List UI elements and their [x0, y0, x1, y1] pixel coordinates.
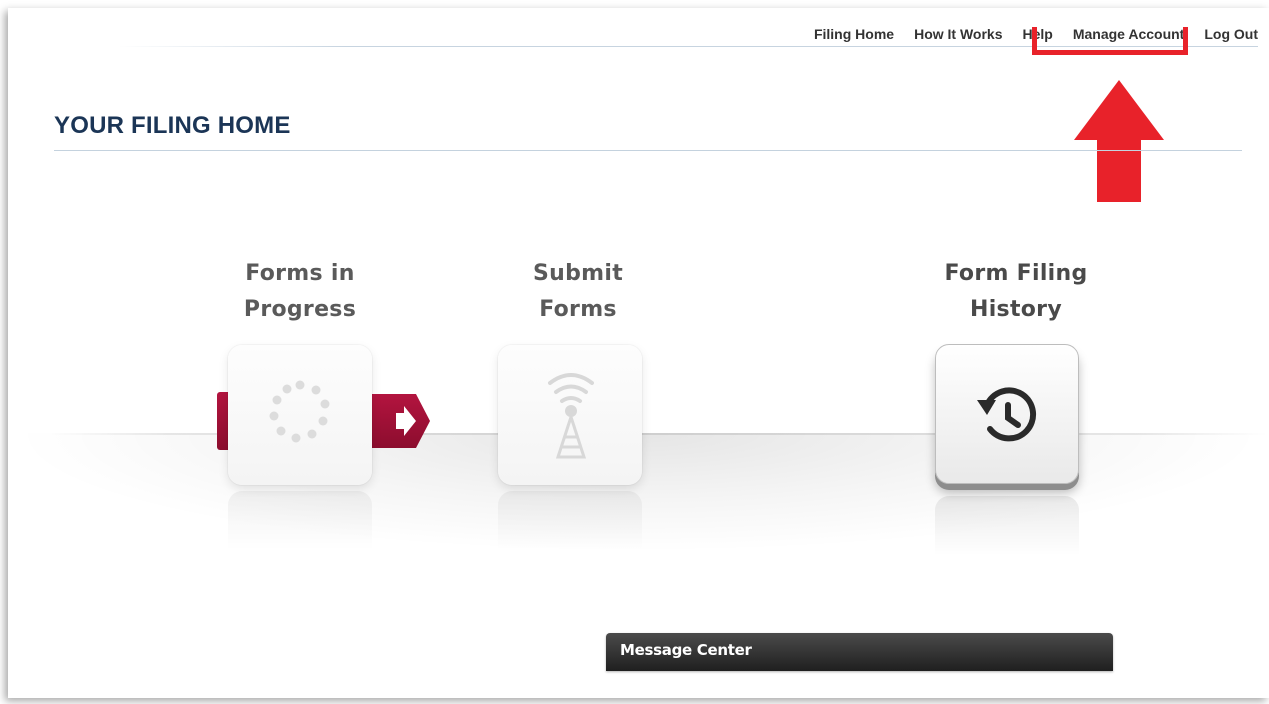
top-navigation: Filing Home How It Works Help Manage Acc… — [804, 26, 1258, 42]
forward-arrow-flag-icon — [372, 394, 430, 448]
page-title: YOUR FILING HOME — [54, 112, 291, 139]
submit-forms-label-line2: Forms — [539, 297, 617, 322]
form-filing-history-label: Form Filing History — [926, 256, 1106, 328]
manage-account-highlight — [1032, 27, 1188, 55]
forms-in-progress-tile[interactable] — [228, 345, 372, 485]
loading-spinner-icon — [269, 380, 330, 443]
form-filing-history-label-line1: Form Filing — [944, 261, 1088, 286]
page-frame: Filing Home How It Works Help Manage Acc… — [8, 8, 1269, 698]
submit-forms-reflection — [498, 491, 642, 551]
message-center-bar[interactable]: Message Center — [606, 633, 1113, 671]
forms-in-progress-label-line2: Progress — [243, 297, 357, 322]
history-clock-icon — [977, 387, 1037, 442]
broadcast-tower-icon — [548, 373, 594, 459]
forms-in-progress-reflection — [228, 491, 372, 551]
title-divider — [54, 150, 1242, 151]
submit-forms-tile[interactable] — [498, 345, 642, 485]
red-up-arrow-icon — [1074, 80, 1164, 202]
nav-how-it-works[interactable]: How It Works — [904, 26, 1012, 42]
nav-log-out[interactable]: Log Out — [1194, 26, 1258, 42]
message-center-label: Message Center — [620, 641, 752, 659]
form-filing-history-tile[interactable] — [935, 344, 1079, 484]
forms-in-progress-label-line1: Forms in — [245, 261, 355, 286]
nav-filing-home[interactable]: Filing Home — [804, 26, 904, 42]
submit-forms-label-line1: Submit — [532, 261, 624, 286]
forms-in-progress-label: Forms in Progress — [220, 256, 380, 328]
submit-forms-label: Submit Forms — [498, 256, 658, 328]
form-filing-history-reflection — [935, 496, 1079, 556]
form-filing-history-label-line2: History — [970, 297, 1062, 322]
